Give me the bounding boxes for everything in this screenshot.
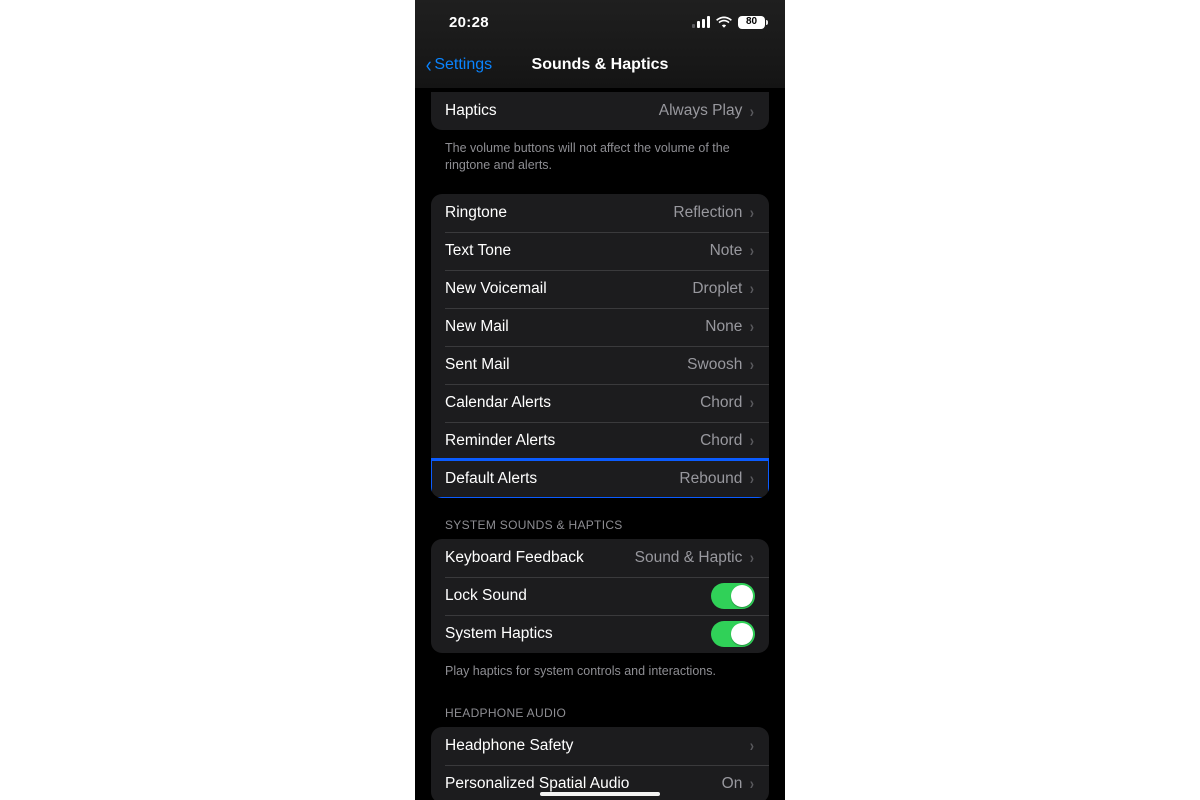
system-footer-note: Play haptics for system controls and int… <box>415 657 785 680</box>
chevron-right-icon: › <box>750 103 754 120</box>
chevron-left-icon: ‹ <box>426 54 432 76</box>
row-text-tone[interactable]: Text Tone Note › <box>431 232 769 270</box>
volume-footer-note: The volume buttons will not affect the v… <box>415 134 785 174</box>
row-default-alerts[interactable]: Default Alerts Rebound › <box>431 460 769 498</box>
home-indicator[interactable] <box>540 792 660 796</box>
row-value: Reflection <box>673 204 742 222</box>
chevron-right-icon: › <box>750 204 754 221</box>
status-right-cluster: 80 <box>692 16 765 29</box>
row-label: New Voicemail <box>445 280 547 298</box>
row-new-mail[interactable]: New Mail None › <box>431 308 769 346</box>
row-value: Chord <box>700 432 742 450</box>
group-headphone: Headphone Safety › Personalized Spatial … <box>431 727 769 800</box>
back-label: Settings <box>434 56 492 74</box>
row-label: Text Tone <box>445 242 511 260</box>
row-label: Lock Sound <box>445 587 527 605</box>
row-label: Default Alerts <box>445 470 537 488</box>
row-sent-mail[interactable]: Sent Mail Swoosh › <box>431 346 769 384</box>
settings-scroll[interactable]: Haptics Always Play › The volume buttons… <box>415 88 785 800</box>
row-label: Reminder Alerts <box>445 432 555 450</box>
row-label: New Mail <box>445 318 509 336</box>
row-label: Headphone Safety <box>445 737 573 755</box>
chevron-right-icon: › <box>750 242 754 259</box>
system-haptics-toggle[interactable] <box>711 621 755 647</box>
row-value: None <box>705 318 742 336</box>
row-label: Personalized Spatial Audio <box>445 775 629 793</box>
lock-sound-toggle[interactable] <box>711 583 755 609</box>
chevron-right-icon: › <box>750 394 754 411</box>
row-calendar-alerts[interactable]: Calendar Alerts Chord › <box>431 384 769 422</box>
back-button[interactable]: ‹ Settings <box>421 45 492 85</box>
row-value: Chord <box>700 394 742 412</box>
row-headphone-safety[interactable]: Headphone Safety › <box>431 727 769 765</box>
row-value: On <box>722 775 743 793</box>
row-label: Keyboard Feedback <box>445 549 584 567</box>
section-header-headphone: HEADPHONE AUDIO <box>415 700 785 727</box>
row-label: System Haptics <box>445 625 553 643</box>
row-system-haptics[interactable]: System Haptics <box>431 615 769 653</box>
battery-icon: 80 <box>738 16 765 29</box>
row-label: Calendar Alerts <box>445 394 551 412</box>
row-new-voicemail[interactable]: New Voicemail Droplet › <box>431 270 769 308</box>
page-title: Sounds & Haptics <box>532 56 669 74</box>
cellular-signal-icon <box>692 16 710 28</box>
row-value: Sound & Haptic <box>635 549 743 567</box>
chevron-right-icon: › <box>750 775 754 792</box>
chevron-right-icon: › <box>750 470 754 487</box>
group-haptics: Haptics Always Play › <box>431 92 769 130</box>
chevron-right-icon: › <box>750 356 754 373</box>
row-value: Droplet <box>692 280 742 298</box>
row-keyboard-feedback[interactable]: Keyboard Feedback Sound & Haptic › <box>431 539 769 577</box>
row-value: Rebound <box>679 470 742 488</box>
row-lock-sound[interactable]: Lock Sound <box>431 577 769 615</box>
row-label: Haptics <box>445 102 497 120</box>
nav-header: ‹ Settings Sounds & Haptics <box>415 45 785 85</box>
row-value: Note <box>710 242 743 260</box>
canvas: 20:28 <box>0 0 1200 800</box>
iphone-screen: 20:28 <box>415 0 785 800</box>
group-system: Keyboard Feedback Sound & Haptic › Lock … <box>431 539 769 653</box>
section-header-system: SYSTEM SOUNDS & HAPTICS <box>415 512 785 539</box>
row-label: Ringtone <box>445 204 507 222</box>
chevron-right-icon: › <box>750 549 754 566</box>
row-label: Sent Mail <box>445 356 510 374</box>
chevron-right-icon: › <box>750 737 754 754</box>
row-reminder-alerts[interactable]: Reminder Alerts Chord › <box>431 422 769 460</box>
row-haptics[interactable]: Haptics Always Play › <box>431 92 769 130</box>
status-bar: 20:28 <box>415 0 785 44</box>
group-sounds: Ringtone Reflection › Text Tone Note › N… <box>431 194 769 498</box>
row-ringtone[interactable]: Ringtone Reflection › <box>431 194 769 232</box>
status-time: 20:28 <box>449 14 489 31</box>
row-value: Swoosh <box>687 356 742 374</box>
chevron-right-icon: › <box>750 280 754 297</box>
row-value: Always Play <box>659 102 743 120</box>
wifi-icon <box>716 16 732 28</box>
chevron-right-icon: › <box>750 318 754 335</box>
chevron-right-icon: › <box>750 432 754 449</box>
battery-percent: 80 <box>746 17 757 27</box>
